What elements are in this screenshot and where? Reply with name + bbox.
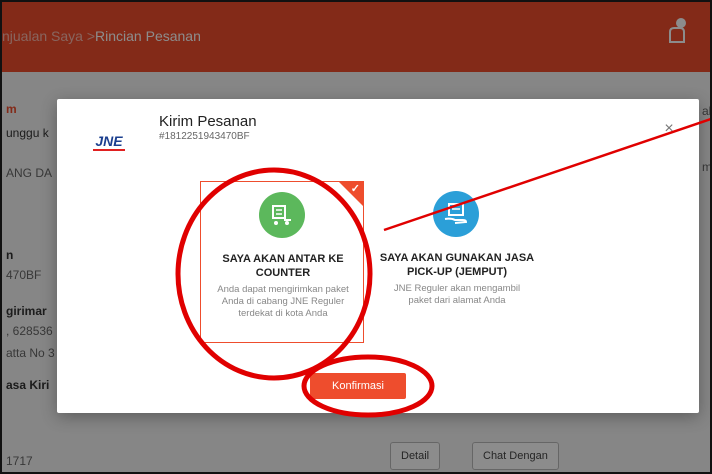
modal-title: Kirim Pesanan bbox=[159, 113, 257, 130]
close-icon[interactable]: × bbox=[661, 121, 677, 137]
jne-logo: JNE bbox=[93, 133, 125, 151]
check-icon: ✓ bbox=[350, 183, 360, 195]
box-hand-icon bbox=[433, 191, 479, 237]
option-title: SAYA AKAN GUNAKAN JASA PICK-UP (JEMPUT) bbox=[379, 252, 535, 278]
option-description: Anda dapat mengirimkan paket Anda di cab… bbox=[217, 284, 349, 319]
option-title: SAYA AKAN ANTAR KE COUNTER bbox=[222, 253, 344, 279]
option-drop-off-counter[interactable]: ✓ SAYA AKAN ANTAR KE COUNTER Anda dapat … bbox=[200, 181, 364, 343]
cart-icon bbox=[259, 192, 305, 238]
option-description: JNE Reguler akan mengambil paket dari al… bbox=[393, 283, 521, 306]
option-pickup[interactable]: SAYA AKAN GUNAKAN JASA PICK-UP (JEMPUT) … bbox=[375, 181, 539, 343]
confirm-button[interactable]: Konfirmasi bbox=[310, 373, 406, 399]
jne-logo-text: JNE bbox=[95, 133, 123, 149]
ship-order-modal: JNE Kirim Pesanan #1812251943470BF × ✓ S… bbox=[57, 99, 699, 413]
app-frame: njualan Saya >Rincian Pesanan ⋮ m unggu … bbox=[0, 0, 712, 474]
order-number: #1812251943470BF bbox=[159, 131, 250, 142]
